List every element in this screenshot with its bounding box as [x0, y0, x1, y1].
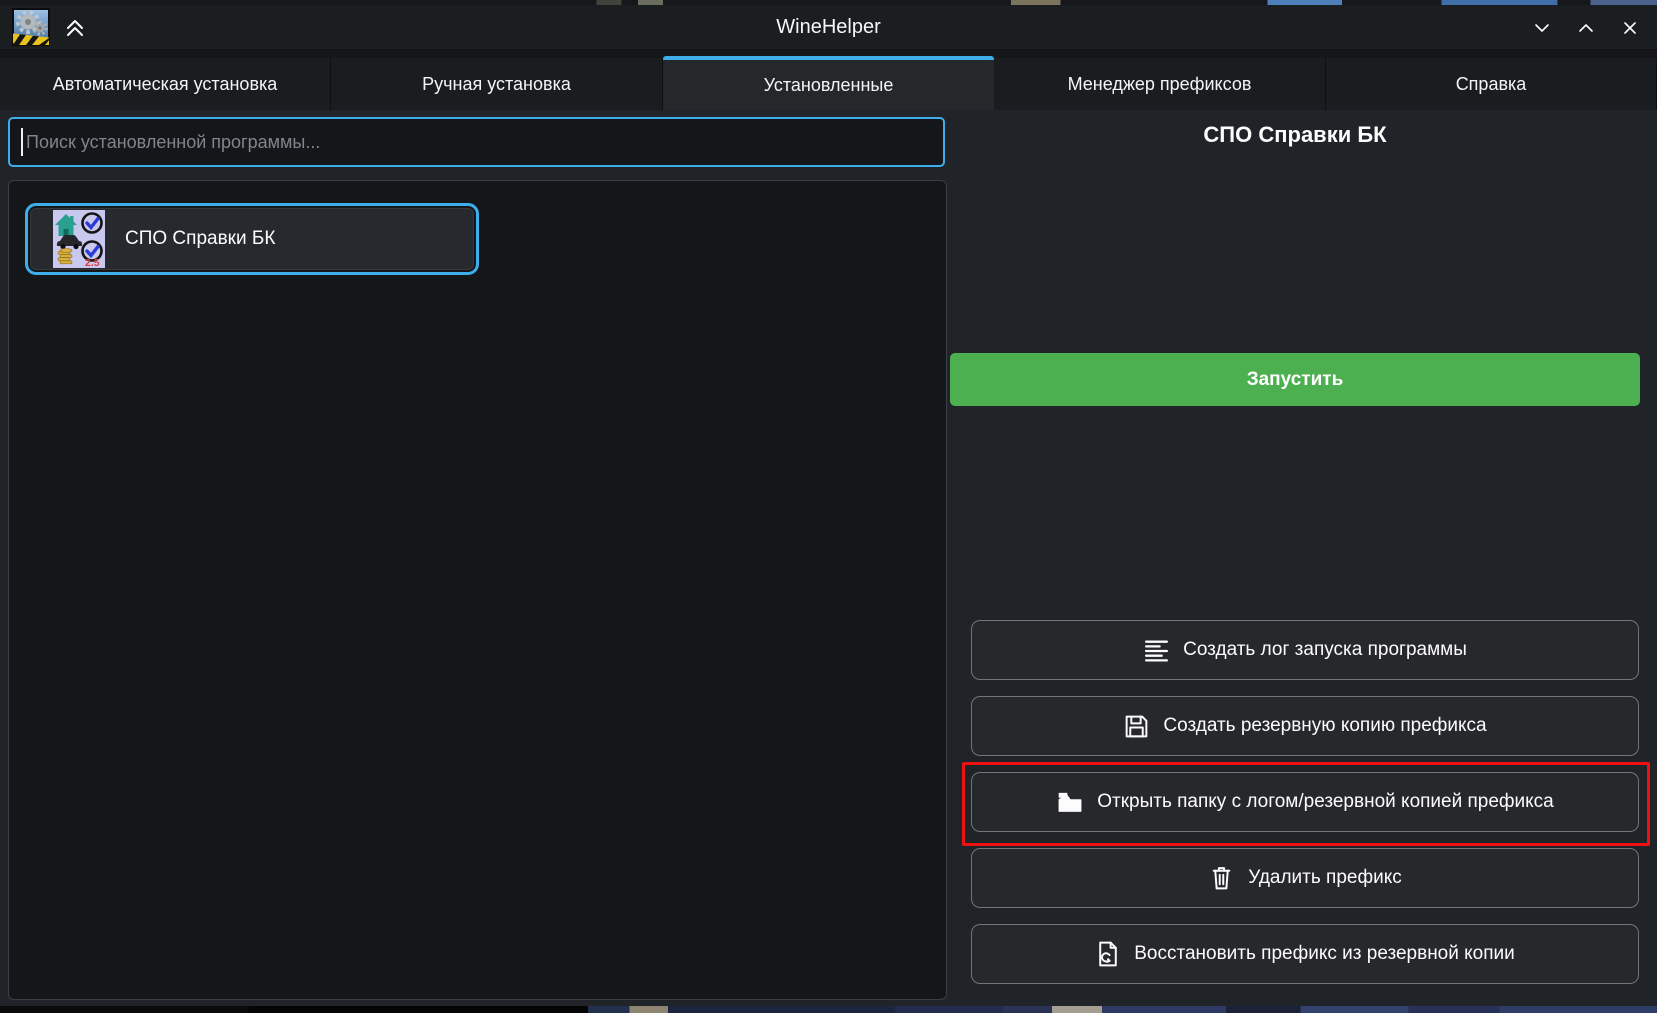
action-restore-prefix-button[interactable]: Восстановить префикс из резервной копии — [971, 924, 1639, 984]
run-button[interactable]: Запустить — [950, 353, 1640, 406]
tab-installed[interactable]: Установленные — [663, 56, 994, 110]
detail-title: СПО Справки БК — [950, 122, 1640, 148]
screen: WineHelper — [0, 0, 1657, 1013]
action-label: Создать лог запуска программы — [1183, 639, 1467, 661]
app-name: СПО Справки БК — [125, 228, 275, 250]
action-open-folder-button[interactable]: Открыть папку с логом/резервной копией п… — [971, 772, 1639, 832]
tab-help[interactable]: Справка — [1326, 58, 1657, 110]
action-create-log-button[interactable]: Создать лог запуска программы — [971, 620, 1639, 680]
app-list: 2.5 СПО Справки БК — [8, 180, 947, 1000]
action-backup-prefix-button[interactable]: Создать резервную копию префикса — [971, 696, 1639, 756]
tab-auto-install[interactable]: Автоматическая установка — [0, 58, 331, 110]
tab-manual-install[interactable]: Ручная установка — [331, 58, 663, 110]
action-label: Восстановить префикс из резервной копии — [1134, 943, 1515, 965]
window-controls — [1529, 5, 1643, 50]
log-lines-icon — [1143, 637, 1170, 664]
app-icon: 2.5 — [53, 210, 105, 268]
chevron-up-icon — [1577, 19, 1595, 37]
tab-prefix-manager[interactable]: Менеджер префиксов — [994, 58, 1326, 110]
action-label: Удалить префикс — [1248, 867, 1402, 889]
restore-document-icon — [1095, 940, 1121, 968]
app-icon-badge: 2.5 — [85, 257, 100, 268]
trash-icon — [1208, 864, 1235, 892]
keep-above-button[interactable] — [62, 15, 88, 41]
winehelper-app-icon — [12, 8, 50, 46]
list-item-app[interactable]: 2.5 СПО Справки БК — [25, 203, 479, 275]
double-chevron-up-icon — [63, 16, 87, 40]
window-title: WineHelper — [0, 5, 1657, 50]
action-label: Открыть папку с логом/резервной копией п… — [1097, 791, 1554, 813]
floppy-disk-icon — [1123, 713, 1150, 740]
search-input[interactable] — [8, 117, 945, 167]
close-button[interactable] — [1617, 15, 1643, 41]
titlebar: WineHelper — [0, 5, 1657, 50]
desktop-strip-bottom — [0, 1006, 1657, 1013]
text-caret — [21, 128, 23, 156]
action-delete-prefix-button[interactable]: Удалить префикс — [971, 848, 1639, 908]
close-icon — [1621, 19, 1639, 37]
folder-icon — [1056, 788, 1084, 816]
app-menu-icon[interactable] — [12, 8, 50, 46]
maximize-button[interactable] — [1573, 15, 1599, 41]
chevron-down-icon — [1533, 19, 1551, 37]
app-window: WineHelper — [0, 5, 1657, 1006]
action-label: Создать резервную копию префикса — [1163, 715, 1486, 737]
list-item-inner: 2.5 СПО Справки БК — [30, 208, 474, 270]
minimize-button[interactable] — [1529, 15, 1555, 41]
tab-bar: Автоматическая установка Ручная установк… — [0, 50, 1657, 110]
